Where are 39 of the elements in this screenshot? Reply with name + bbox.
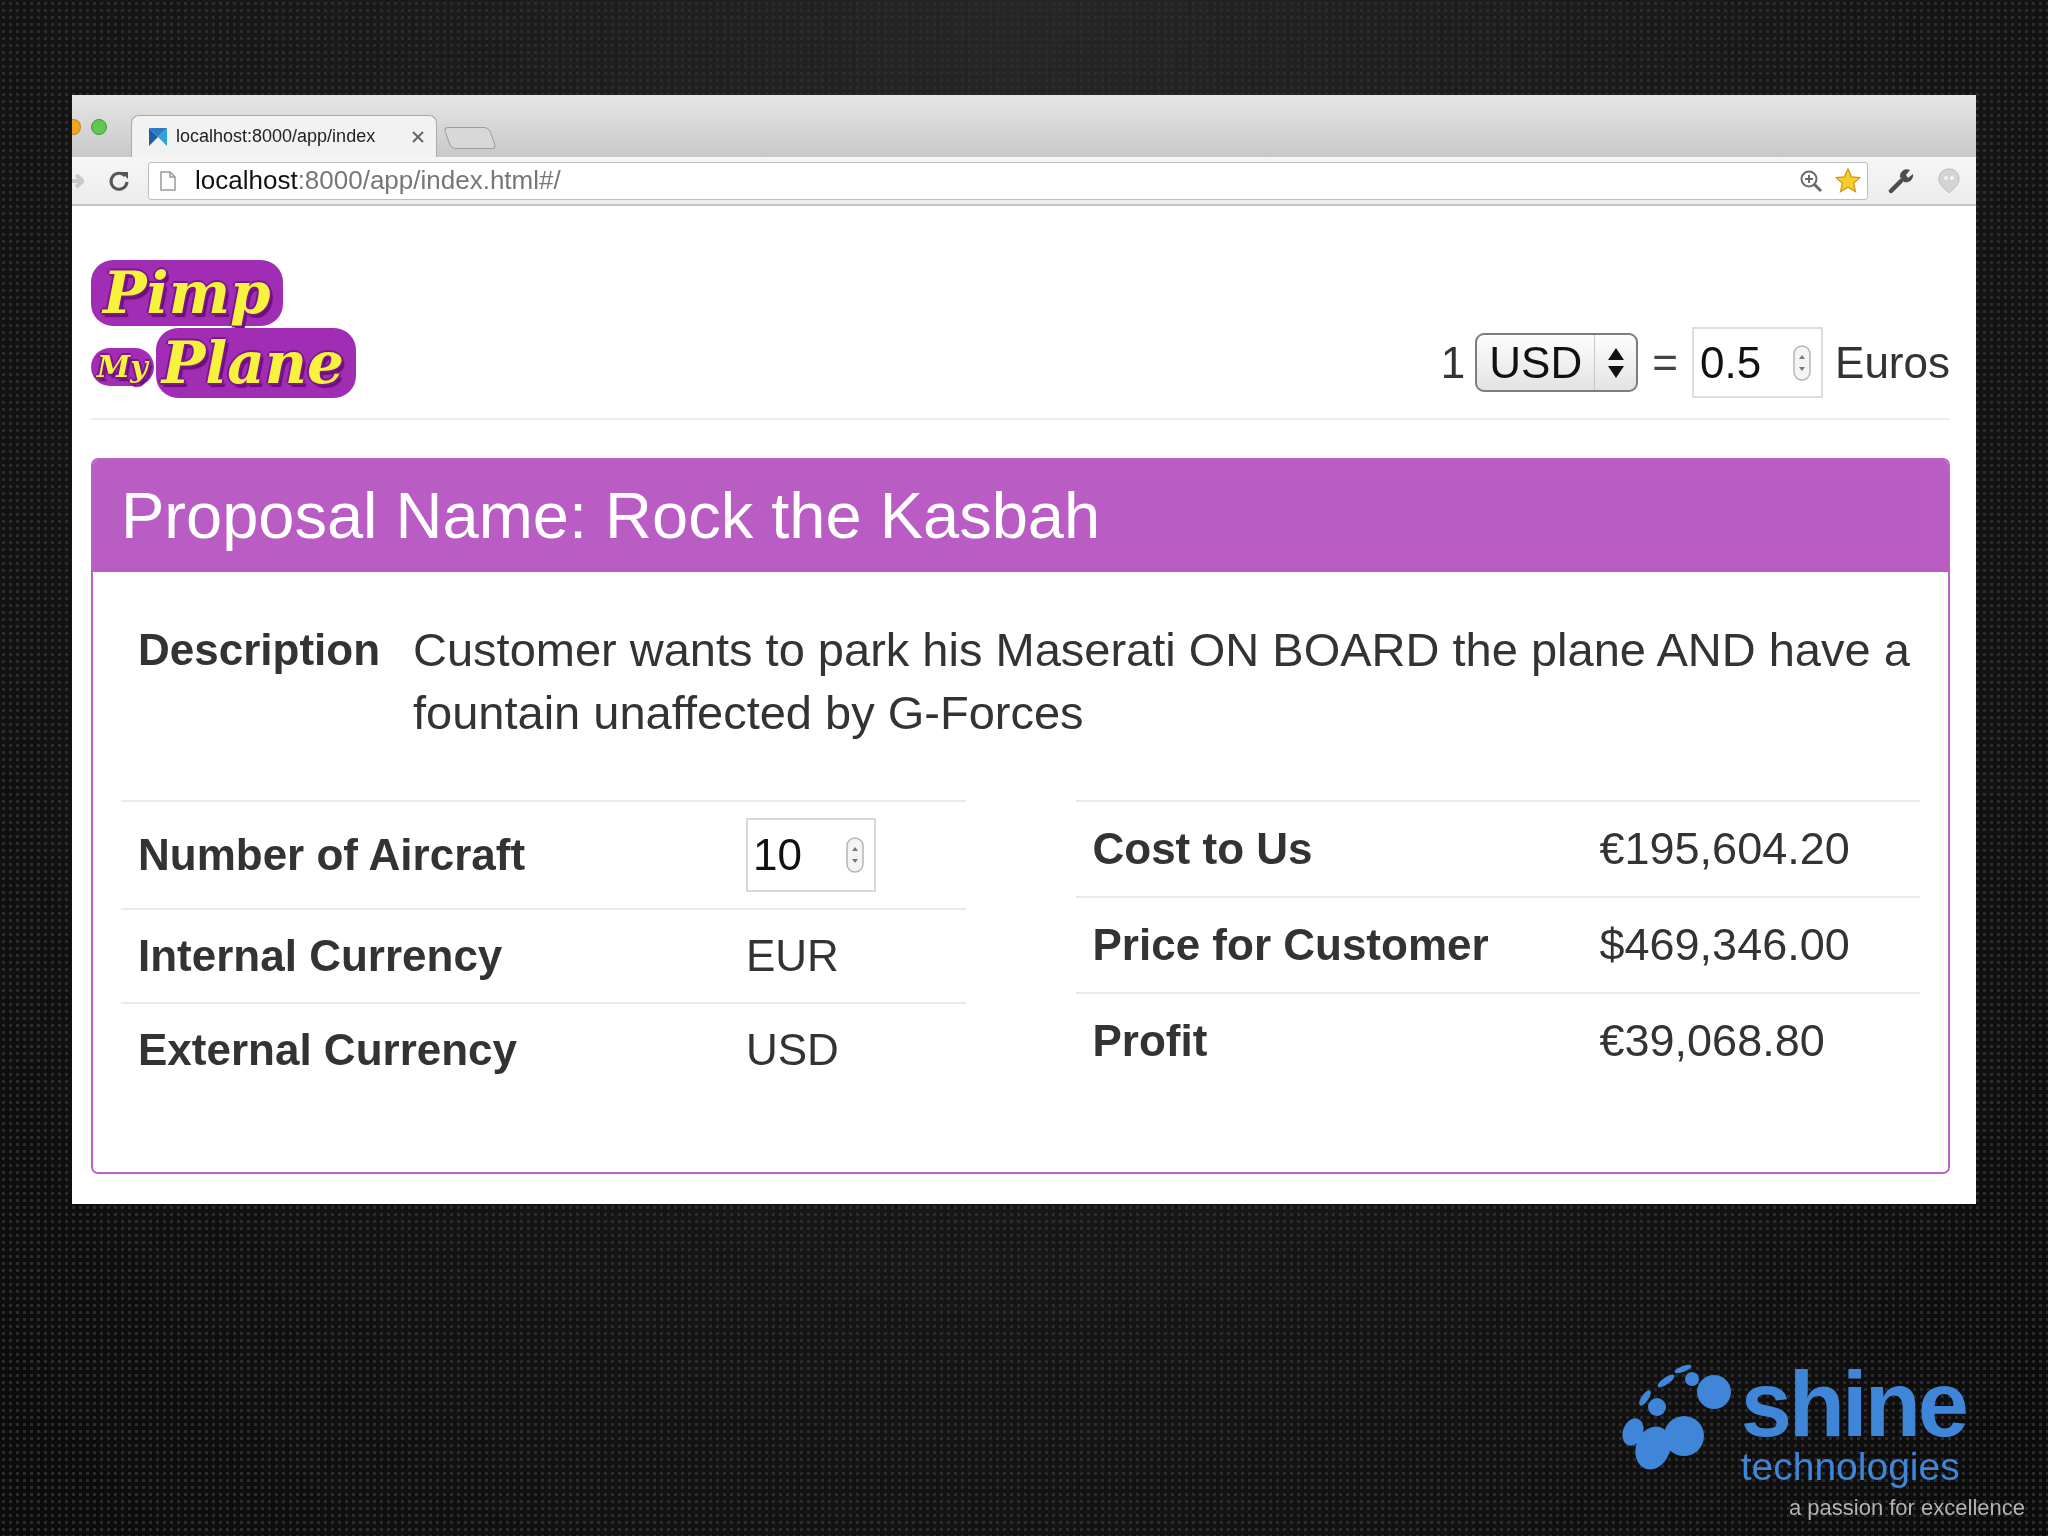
proposal-title: Proposal Name: Rock the Kasbah [121,479,1101,553]
logo-text: Plane [155,328,356,398]
zoom-in-icon[interactable] [1799,168,1823,193]
row-label: Price for Customer [1091,919,1490,971]
row-label: Internal Currency [137,930,504,982]
logo-text: Pimp [91,260,283,326]
minimize-button[interactable] [72,119,81,135]
number-input[interactable]: 10 [746,818,876,892]
up-down-stepper-icon[interactable] [846,837,864,873]
currency-label: Euros [1835,336,1950,389]
row-value: EUR [746,930,839,982]
row-value: €195,604.20 [1598,822,1851,876]
star-icon[interactable] [1835,168,1861,193]
rate-input[interactable]: 0.5 [1692,327,1824,398]
browser-tab[interactable]: localhost:8000/app/index [131,115,437,157]
converter-amount: 1 [1440,336,1466,389]
row-value: USD [746,1024,839,1076]
address-bar[interactable]: localhost:8000/app/index.html#/ [148,161,1868,200]
brand-subtitle: technologies [1740,1446,1961,1488]
close-icon[interactable] [412,130,424,143]
description-label: Description [138,624,382,676]
equals-sign: = [1652,336,1679,389]
row-value: $469,346.00 [1598,918,1851,972]
wrench-icon[interactable] [1888,167,1914,194]
row-label: Cost to Us [1091,823,1314,875]
row-label: External Currency [137,1024,519,1076]
zoom-button[interactable] [91,119,107,135]
row-value: €39,068.80 [1598,1014,1826,1068]
page-icon [160,170,176,191]
brand-tagline: a passion for excellence [1788,1494,2025,1522]
description-text: Customer wants to park his Maserati ON BOARD the plane AND have a fountain unaffected by G-Forces [413,622,1911,741]
logo-text: My [91,348,154,386]
bowtie-icon [148,126,168,147]
row-label: Profit [1091,1015,1209,1067]
row-label: Number of Aircraft [137,829,527,881]
brand-name: shine [1740,1362,1966,1446]
reload-icon[interactable] [108,169,130,192]
currency-select[interactable]: USD [1475,333,1639,392]
up-down-stepper-icon[interactable] [1793,343,1812,382]
